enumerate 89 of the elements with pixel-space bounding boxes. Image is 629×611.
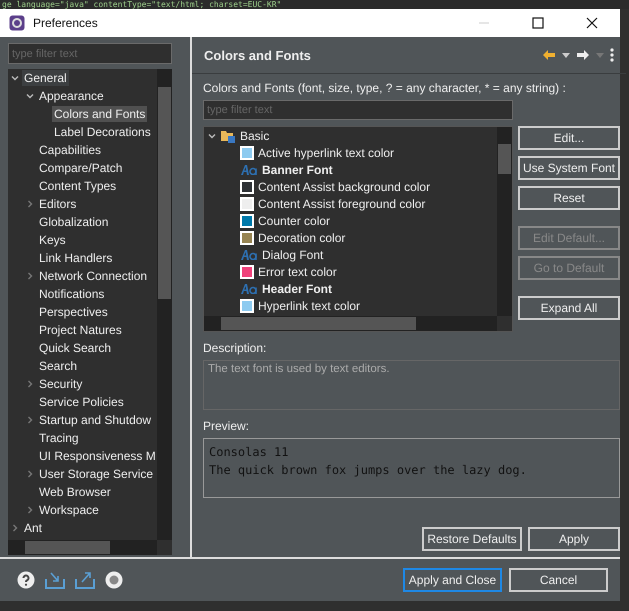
code-text: ge language="java" contentType="text/html; charset=EUC-KR": [0, 0, 629, 9]
color-swatch: [240, 146, 254, 160]
chevron-right-icon[interactable]: [26, 380, 34, 388]
chevron-down-icon[interactable]: [208, 132, 216, 140]
scrollbar[interactable]: [204, 316, 497, 331]
chevron-down-icon[interactable]: [26, 92, 34, 100]
tree-item[interactable]: Compare/Patch: [37, 160, 124, 176]
color-swatch: [240, 214, 254, 228]
tree-item[interactable]: Web Browser: [37, 484, 113, 500]
scrollbar[interactable]: [497, 127, 512, 316]
list-item[interactable]: Dialog Font: [262, 248, 324, 262]
font-icon: [240, 284, 258, 294]
record-icon[interactable]: [105, 571, 123, 589]
chevron-right-icon[interactable]: [26, 470, 34, 478]
tree-item[interactable]: Search: [37, 358, 80, 374]
description-label: Description:: [203, 340, 268, 356]
preview-label: Preview:: [203, 418, 250, 434]
tree-item[interactable]: Startup and Shutdow: [37, 412, 154, 428]
tree-item[interactable]: Label Decorations: [52, 124, 153, 140]
tree-item[interactable]: Colors and Fonts: [52, 106, 148, 122]
tree-item[interactable]: Link Handlers: [37, 250, 114, 266]
tree-item[interactable]: Service Policies: [37, 394, 126, 410]
list-item[interactable]: Banner Font: [262, 162, 333, 176]
close-icon[interactable]: [586, 17, 598, 29]
folder-icon: [220, 128, 236, 142]
color-swatch: [240, 298, 254, 312]
tree-item[interactable]: Quick Search: [37, 340, 114, 356]
page-title: Colors and Fonts: [204, 48, 311, 62]
list-item[interactable]: Error text color: [258, 264, 337, 278]
color-swatch: [240, 196, 254, 210]
chevron-right-icon[interactable]: [26, 416, 34, 424]
preview-text: Consolas 11: [209, 444, 290, 461]
tree-item[interactable]: Keys: [37, 232, 68, 248]
forward-arrow-icon[interactable]: [576, 49, 590, 61]
list-item[interactable]: Hyperlink text color: [258, 298, 360, 312]
tree-item[interactable]: UI Responsiveness M: [37, 448, 158, 464]
tree-item[interactable]: Project Natures: [37, 322, 124, 338]
tree-item[interactable]: Content Types: [37, 178, 118, 194]
tree-item[interactable]: Security: [37, 376, 84, 392]
button[interactable]: Edit...: [518, 126, 620, 150]
list-item[interactable]: Active hyperlink text color: [258, 146, 394, 160]
tree-item[interactable]: General: [22, 70, 69, 86]
description-text: The text font is used by text editors.: [203, 360, 620, 410]
list-item[interactable]: Content Assist background color: [258, 180, 430, 194]
export-icon[interactable]: [75, 571, 95, 589]
list-item[interactable]: Content Assist foreground color: [258, 196, 426, 210]
chevron-right-icon[interactable]: [26, 200, 34, 208]
tree-item[interactable]: Perspectives: [37, 304, 110, 320]
caret-icon[interactable]: [562, 52, 570, 58]
scrollbar[interactable]: [8, 540, 157, 555]
button[interactable]: Expand All: [518, 296, 620, 320]
button[interactable]: Use System Font: [518, 156, 620, 180]
tree-item[interactable]: Tracing: [37, 430, 81, 446]
window-title: Preferences: [33, 16, 98, 30]
tree-item[interactable]: Ant: [22, 520, 44, 536]
maximize-icon[interactable]: [532, 17, 544, 29]
list-item[interactable]: Header Font: [262, 282, 332, 296]
button[interactable]: Apply: [528, 527, 620, 551]
list-item[interactable]: Counter color: [258, 214, 330, 228]
chevron-right-icon[interactable]: [26, 506, 34, 514]
tree-item[interactable]: Appearance: [37, 88, 106, 104]
tree-item[interactable]: Capabilities: [37, 142, 104, 158]
color-swatch: [240, 264, 254, 278]
category-label[interactable]: Basic: [240, 128, 270, 142]
tree-item[interactable]: Notifications: [37, 286, 106, 302]
tree-item[interactable]: Workspace: [37, 502, 101, 518]
tree-item[interactable]: Network Connection: [37, 268, 150, 284]
list-item[interactable]: Decoration color: [258, 230, 346, 244]
chevron-down-icon[interactable]: [11, 74, 19, 82]
more-icon[interactable]: [610, 48, 614, 62]
font-icon: [240, 250, 258, 260]
filter-label: Colors and Fonts (font, size, type, ? = any character, * = any string) :: [203, 80, 567, 96]
import-icon[interactable]: [45, 571, 65, 589]
color-swatch: [240, 180, 254, 194]
preview-text: The quick brown fox jumps over the lazy dog.: [209, 462, 528, 479]
help-icon[interactable]: [17, 571, 35, 589]
chevron-right-icon[interactable]: [26, 272, 34, 280]
tree-item[interactable]: Editors: [37, 196, 78, 212]
font-icon: [240, 164, 258, 174]
color-swatch: [240, 230, 254, 244]
chevron-right-icon[interactable]: [11, 524, 19, 532]
back-arrow-icon[interactable]: [542, 49, 556, 61]
button[interactable]: Restore Defaults: [422, 527, 522, 551]
tree-item[interactable]: Globalization: [37, 214, 110, 230]
button[interactable]: Cancel: [509, 568, 608, 592]
scrollbar[interactable]: [157, 69, 172, 540]
button[interactable]: Apply and Close: [403, 568, 502, 592]
tree-item[interactable]: User Storage Service: [37, 466, 156, 482]
button[interactable]: Reset: [518, 186, 620, 210]
